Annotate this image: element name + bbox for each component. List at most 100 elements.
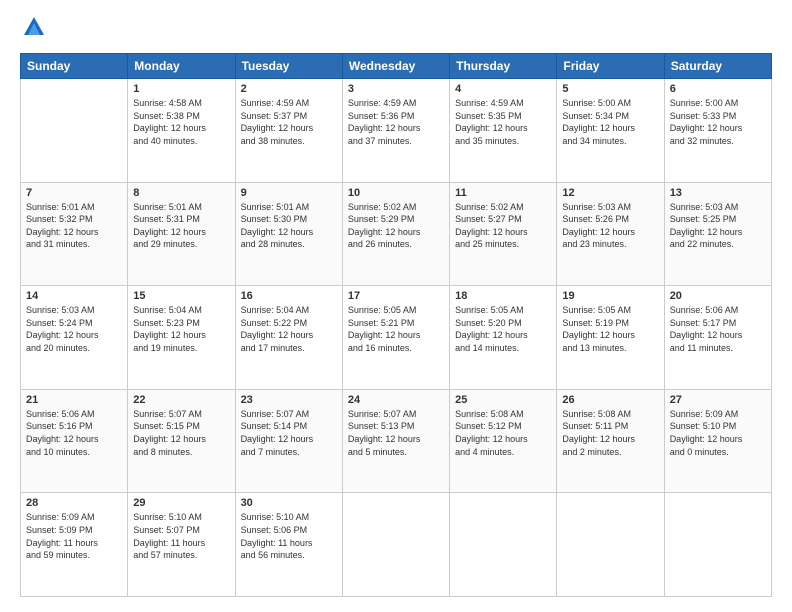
day-info: Sunrise: 5:10 AM Sunset: 5:06 PM Dayligh… bbox=[241, 511, 337, 561]
day-number: 24 bbox=[348, 394, 444, 406]
calendar-cell bbox=[342, 493, 449, 597]
calendar-cell: 13 Sunrise: 5:03 AM Sunset: 5:25 PM Dayli… bbox=[664, 182, 771, 286]
day-number: 17 bbox=[348, 290, 444, 302]
day-info: Sunrise: 5:04 AM Sunset: 5:22 PM Dayligh… bbox=[241, 304, 337, 354]
day-number: 8 bbox=[133, 187, 229, 199]
calendar-cell: 27 Sunrise: 5:09 AM Sunset: 5:10 PM Dayli… bbox=[664, 389, 771, 493]
day-info: Sunrise: 4:59 AM Sunset: 5:36 PM Dayligh… bbox=[348, 97, 444, 147]
calendar-cell: 14 Sunrise: 5:03 AM Sunset: 5:24 PM Dayli… bbox=[21, 286, 128, 390]
calendar-table: SundayMondayTuesdayWednesdayThursdayFrid… bbox=[20, 53, 772, 597]
calendar-cell: 28Sunrise: 5:09 AM Sunset: 5:09 PM Dayli… bbox=[21, 493, 128, 597]
day-info: Sunrise: 5:05 AM Sunset: 5:19 PM Dayligh… bbox=[562, 304, 658, 354]
weekday-header: Saturday bbox=[664, 54, 771, 79]
calendar-cell: 1 Sunrise: 4:58 AM Sunset: 5:38 PM Daylig… bbox=[128, 79, 235, 183]
calendar-week-row: 28Sunrise: 5:09 AM Sunset: 5:09 PM Dayli… bbox=[21, 493, 772, 597]
calendar-cell: 22 Sunrise: 5:07 AM Sunset: 5:15 PM Dayli… bbox=[128, 389, 235, 493]
calendar-cell: 2 Sunrise: 4:59 AM Sunset: 5:37 PM Daylig… bbox=[235, 79, 342, 183]
calendar-cell: 19 Sunrise: 5:05 AM Sunset: 5:19 PM Dayli… bbox=[557, 286, 664, 390]
weekday-header: Thursday bbox=[450, 54, 557, 79]
calendar-cell: 7 Sunrise: 5:01 AM Sunset: 5:32 PM Daylig… bbox=[21, 182, 128, 286]
calendar-cell: 9Sunrise: 5:01 AM Sunset: 5:30 PM Daylig… bbox=[235, 182, 342, 286]
day-number: 3 bbox=[348, 83, 444, 95]
day-info: Sunrise: 5:09 AM Sunset: 5:09 PM Dayligh… bbox=[26, 511, 122, 561]
day-number: 14 bbox=[26, 290, 122, 302]
calendar-header-row: SundayMondayTuesdayWednesdayThursdayFrid… bbox=[21, 54, 772, 79]
day-number: 26 bbox=[562, 394, 658, 406]
day-number: 29 bbox=[133, 497, 229, 509]
day-info: Sunrise: 5:00 AM Sunset: 5:34 PM Dayligh… bbox=[562, 97, 658, 147]
day-info: Sunrise: 5:07 AM Sunset: 5:14 PM Dayligh… bbox=[241, 408, 337, 458]
weekday-header: Sunday bbox=[21, 54, 128, 79]
calendar-week-row: 21 Sunrise: 5:06 AM Sunset: 5:16 PM Dayli… bbox=[21, 389, 772, 493]
day-number: 30 bbox=[241, 497, 337, 509]
day-info: Sunrise: 5:01 AM Sunset: 5:31 PM Dayligh… bbox=[133, 201, 229, 251]
day-number: 25 bbox=[455, 394, 551, 406]
day-number: 2 bbox=[241, 83, 337, 95]
day-number: 20 bbox=[670, 290, 766, 302]
day-info: Sunrise: 5:03 AM Sunset: 5:25 PM Dayligh… bbox=[670, 201, 766, 251]
calendar-cell: 16Sunrise: 5:04 AM Sunset: 5:22 PM Dayli… bbox=[235, 286, 342, 390]
calendar-cell: 6Sunrise: 5:00 AM Sunset: 5:33 PM Daylig… bbox=[664, 79, 771, 183]
day-info: Sunrise: 5:07 AM Sunset: 5:15 PM Dayligh… bbox=[133, 408, 229, 458]
calendar-week-row: 1 Sunrise: 4:58 AM Sunset: 5:38 PM Daylig… bbox=[21, 79, 772, 183]
day-info: Sunrise: 4:58 AM Sunset: 5:38 PM Dayligh… bbox=[133, 97, 229, 147]
day-info: Sunrise: 5:09 AM Sunset: 5:10 PM Dayligh… bbox=[670, 408, 766, 458]
day-info: Sunrise: 5:03 AM Sunset: 5:24 PM Dayligh… bbox=[26, 304, 122, 354]
calendar-cell: 30 Sunrise: 5:10 AM Sunset: 5:06 PM Dayli… bbox=[235, 493, 342, 597]
calendar-week-row: 7 Sunrise: 5:01 AM Sunset: 5:32 PM Daylig… bbox=[21, 182, 772, 286]
calendar-cell: 26 Sunrise: 5:08 AM Sunset: 5:11 PM Dayli… bbox=[557, 389, 664, 493]
calendar-cell: 10 Sunrise: 5:02 AM Sunset: 5:29 PM Dayli… bbox=[342, 182, 449, 286]
calendar-cell: 24 Sunrise: 5:07 AM Sunset: 5:13 PM Dayli… bbox=[342, 389, 449, 493]
weekday-header: Monday bbox=[128, 54, 235, 79]
day-number: 10 bbox=[348, 187, 444, 199]
calendar-cell: 4Sunrise: 4:59 AM Sunset: 5:35 PM Daylig… bbox=[450, 79, 557, 183]
day-number: 27 bbox=[670, 394, 766, 406]
day-info: Sunrise: 5:08 AM Sunset: 5:12 PM Dayligh… bbox=[455, 408, 551, 458]
calendar-cell bbox=[664, 493, 771, 597]
calendar-cell bbox=[21, 79, 128, 183]
day-number: 4 bbox=[455, 83, 551, 95]
day-info: Sunrise: 5:05 AM Sunset: 5:20 PM Dayligh… bbox=[455, 304, 551, 354]
weekday-header: Tuesday bbox=[235, 54, 342, 79]
day-info: Sunrise: 5:01 AM Sunset: 5:32 PM Dayligh… bbox=[26, 201, 122, 251]
day-number: 5 bbox=[562, 83, 658, 95]
logo bbox=[20, 15, 52, 43]
weekday-header: Friday bbox=[557, 54, 664, 79]
day-number: 7 bbox=[26, 187, 122, 199]
page: SundayMondayTuesdayWednesdayThursdayFrid… bbox=[0, 0, 792, 612]
day-info: Sunrise: 5:10 AM Sunset: 5:07 PM Dayligh… bbox=[133, 511, 229, 561]
day-number: 11 bbox=[455, 187, 551, 199]
calendar-cell: 12Sunrise: 5:03 AM Sunset: 5:26 PM Dayli… bbox=[557, 182, 664, 286]
day-info: Sunrise: 5:02 AM Sunset: 5:27 PM Dayligh… bbox=[455, 201, 551, 251]
calendar-cell: 29 Sunrise: 5:10 AM Sunset: 5:07 PM Dayli… bbox=[128, 493, 235, 597]
calendar-cell bbox=[557, 493, 664, 597]
day-number: 22 bbox=[133, 394, 229, 406]
day-number: 1 bbox=[133, 83, 229, 95]
day-number: 13 bbox=[670, 187, 766, 199]
day-info: Sunrise: 5:05 AM Sunset: 5:21 PM Dayligh… bbox=[348, 304, 444, 354]
day-info: Sunrise: 5:06 AM Sunset: 5:16 PM Dayligh… bbox=[26, 408, 122, 458]
day-info: Sunrise: 5:07 AM Sunset: 5:13 PM Dayligh… bbox=[348, 408, 444, 458]
calendar-cell: 25 Sunrise: 5:08 AM Sunset: 5:12 PM Dayli… bbox=[450, 389, 557, 493]
day-info: Sunrise: 5:04 AM Sunset: 5:23 PM Dayligh… bbox=[133, 304, 229, 354]
day-info: Sunrise: 5:01 AM Sunset: 5:30 PM Dayligh… bbox=[241, 201, 337, 251]
day-number: 6 bbox=[670, 83, 766, 95]
day-number: 12 bbox=[562, 187, 658, 199]
calendar-cell: 23 Sunrise: 5:07 AM Sunset: 5:14 PM Dayli… bbox=[235, 389, 342, 493]
calendar-cell: 17 Sunrise: 5:05 AM Sunset: 5:21 PM Dayli… bbox=[342, 286, 449, 390]
day-number: 15 bbox=[133, 290, 229, 302]
day-info: Sunrise: 5:02 AM Sunset: 5:29 PM Dayligh… bbox=[348, 201, 444, 251]
calendar-cell: 21 Sunrise: 5:06 AM Sunset: 5:16 PM Dayli… bbox=[21, 389, 128, 493]
day-info: Sunrise: 5:08 AM Sunset: 5:11 PM Dayligh… bbox=[562, 408, 658, 458]
calendar-cell: 20Sunrise: 5:06 AM Sunset: 5:17 PM Dayli… bbox=[664, 286, 771, 390]
day-info: Sunrise: 4:59 AM Sunset: 5:37 PM Dayligh… bbox=[241, 97, 337, 147]
calendar-cell: 11 Sunrise: 5:02 AM Sunset: 5:27 PM Dayli… bbox=[450, 182, 557, 286]
weekday-header: Wednesday bbox=[342, 54, 449, 79]
calendar-cell: 3 Sunrise: 4:59 AM Sunset: 5:36 PM Daylig… bbox=[342, 79, 449, 183]
day-number: 23 bbox=[241, 394, 337, 406]
calendar-cell: 18Sunrise: 5:05 AM Sunset: 5:20 PM Dayli… bbox=[450, 286, 557, 390]
header bbox=[20, 15, 772, 43]
day-number: 21 bbox=[26, 394, 122, 406]
logo-icon bbox=[20, 15, 48, 43]
day-number: 19 bbox=[562, 290, 658, 302]
